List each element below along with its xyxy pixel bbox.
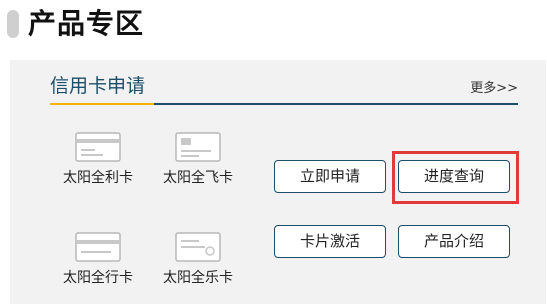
credit-card-icon [75,132,121,162]
card-item-quanfei[interactable]: 太阳全飞卡 [153,132,243,187]
tab-underline [50,103,154,105]
card-label: 太阳全利卡 [63,170,133,186]
card-item-quanxing[interactable]: 太阳全行卡 [53,232,143,287]
panel-header: 信用卡申请 更多>> [50,72,518,105]
more-link[interactable]: 更多>> [470,80,518,98]
panel-title-tab[interactable]: 信用卡申请 [50,73,145,99]
card-item-quanle[interactable]: 太阳全乐卡 [153,232,243,287]
card-activation-button[interactable]: 卡片激活 [274,225,386,258]
page-title: 产品专区 [28,7,145,40]
apply-now-button[interactable]: 立即申请 [274,160,386,193]
card-label: 太阳全行卡 [63,270,133,286]
card-item-quanli[interactable]: 太阳全利卡 [53,132,143,187]
card-label: 太阳全飞卡 [163,170,233,186]
credit-card-icon [175,132,221,162]
credit-card-icon [175,232,221,262]
credit-card-icon [75,232,121,262]
title-accent-bar [7,10,19,38]
product-intro-button[interactable]: 产品介绍 [398,225,510,258]
card-label: 太阳全乐卡 [163,270,233,286]
highlight-box [392,151,519,204]
